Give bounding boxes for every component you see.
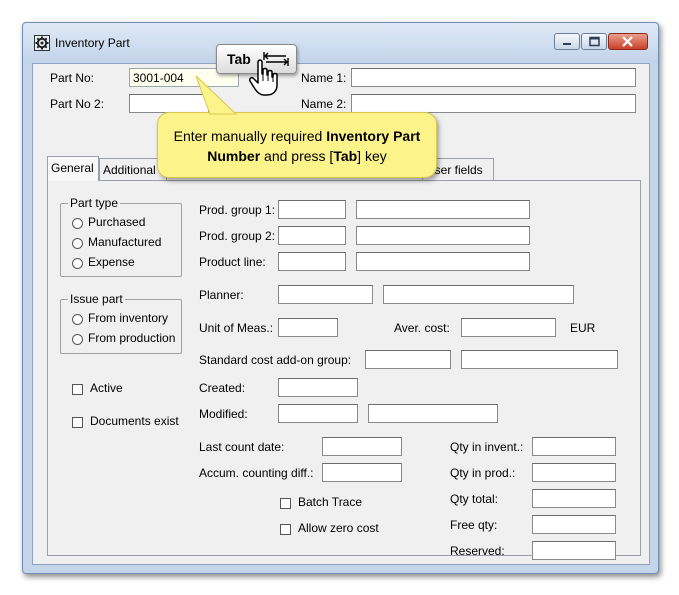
close-icon <box>622 36 633 47</box>
maximize-button[interactable] <box>581 33 607 50</box>
name2-label: Name 2: <box>301 97 347 111</box>
radio-expense[interactable] <box>72 258 83 269</box>
hand-pointer-icon <box>249 59 278 96</box>
title-bar[interactable]: Inventory Part <box>23 23 658 63</box>
radio-purchased-label: Purchased <box>88 215 146 229</box>
product-line-desc-input[interactable] <box>356 252 530 271</box>
planner-label: Planner: <box>199 288 244 302</box>
std-cost-addon-desc-input[interactable] <box>461 350 618 369</box>
radio-manufactured[interactable] <box>72 238 83 249</box>
qty-in-invent-label: Qty in invent.: <box>450 440 524 454</box>
active-checkbox[interactable] <box>72 384 83 395</box>
prod-group1-code-input[interactable] <box>278 200 346 219</box>
planner-name-input[interactable] <box>383 285 574 304</box>
last-count-date-label: Last count date: <box>199 440 285 454</box>
radio-purchased[interactable] <box>72 218 83 229</box>
radio-from-production[interactable] <box>72 334 83 345</box>
callout-text-mid: and press [ <box>260 148 334 164</box>
last-count-date-input <box>322 437 402 456</box>
batch-trace-checkbox[interactable] <box>280 498 291 509</box>
qty-total-input <box>532 489 616 508</box>
accum-counting-diff-input <box>322 463 402 482</box>
created-label: Created: <box>199 381 246 395</box>
minimize-icon <box>563 43 571 45</box>
callout-pointer <box>195 75 238 115</box>
callout-text-post: ] key <box>357 148 387 164</box>
qty-in-prod-input <box>532 463 616 482</box>
modified-date-input <box>278 404 358 423</box>
issue-part-group: Issue part <box>60 292 182 354</box>
radio-from-inventory[interactable] <box>72 314 83 325</box>
product-line-label: Product line: <box>199 255 266 269</box>
qty-total-label: Qty total: <box>450 492 499 506</box>
gear-icon <box>34 35 50 51</box>
allow-zero-cost-label: Allow zero cost <box>298 521 379 535</box>
prod-group2-label: Prod. group 2: <box>199 229 276 243</box>
allow-zero-cost-checkbox[interactable] <box>280 524 291 535</box>
issue-part-title: Issue part <box>68 292 125 306</box>
radio-from-inventory-label: From inventory <box>88 311 169 325</box>
planner-code-input[interactable] <box>278 285 373 304</box>
instruction-callout: Enter manually required Inventory Part N… <box>157 112 437 178</box>
name1-label: Name 1: <box>301 71 347 85</box>
std-cost-addon-code-input[interactable] <box>365 350 451 369</box>
name1-input[interactable] <box>351 68 636 87</box>
aver-cost-input[interactable] <box>461 318 556 337</box>
radio-from-production-label: From production <box>88 331 176 345</box>
created-date-input <box>278 378 358 397</box>
documents-exist-checkbox[interactable] <box>72 417 83 428</box>
free-qty-input <box>532 515 616 534</box>
prod-group2-desc-input[interactable] <box>356 226 530 245</box>
aver-cost-label: Aver. cost: <box>394 321 450 335</box>
unit-of-meas-label: Unit of Meas.: <box>199 321 274 335</box>
currency-label: EUR <box>570 321 596 335</box>
unit-of-meas-input[interactable] <box>278 318 338 337</box>
reserved-label: Reserved: <box>450 544 505 558</box>
general-tab-panel: Part type Purchased Manufactured Expense… <box>47 180 641 560</box>
active-label: Active <box>90 381 123 395</box>
batch-trace-label: Batch Trace <box>298 495 363 509</box>
documents-exist-label: Documents exist <box>90 414 179 428</box>
modified-by-input <box>368 404 498 423</box>
callout-text-pre: Enter manually required <box>173 128 327 144</box>
product-line-code-input[interactable] <box>278 252 346 271</box>
reserved-input <box>532 541 616 560</box>
free-qty-label: Free qty: <box>450 518 498 532</box>
part-no-label: Part No: <box>50 71 95 85</box>
part-type-title: Part type <box>68 196 121 210</box>
part-no2-label: Part No 2: <box>50 97 105 111</box>
radio-manufactured-label: Manufactured <box>88 235 162 249</box>
tab-general[interactable]: General <box>47 156 99 181</box>
window-title: Inventory Part <box>55 36 130 50</box>
prod-group2-code-input[interactable] <box>278 226 346 245</box>
callout-text-bold2: Tab <box>333 148 358 164</box>
modified-label: Modified: <box>199 407 248 421</box>
close-button[interactable] <box>608 33 648 50</box>
name2-input[interactable] <box>351 94 636 113</box>
prod-group1-label: Prod. group 1: <box>199 203 276 217</box>
inventory-part-window: Inventory Part Part No: 3001-004 Part No… <box>22 22 659 574</box>
accum-counting-diff-label: Accum. counting diff.: <box>199 466 314 480</box>
std-cost-addon-label: Standard cost add-on group: <box>199 353 352 367</box>
radio-expense-label: Expense <box>88 255 135 269</box>
qty-in-invent-input <box>532 437 616 456</box>
prod-group1-desc-input[interactable] <box>356 200 530 219</box>
qty-in-prod-label: Qty in prod.: <box>450 466 516 480</box>
maximize-icon <box>589 36 600 47</box>
minimize-button[interactable] <box>554 33 580 50</box>
